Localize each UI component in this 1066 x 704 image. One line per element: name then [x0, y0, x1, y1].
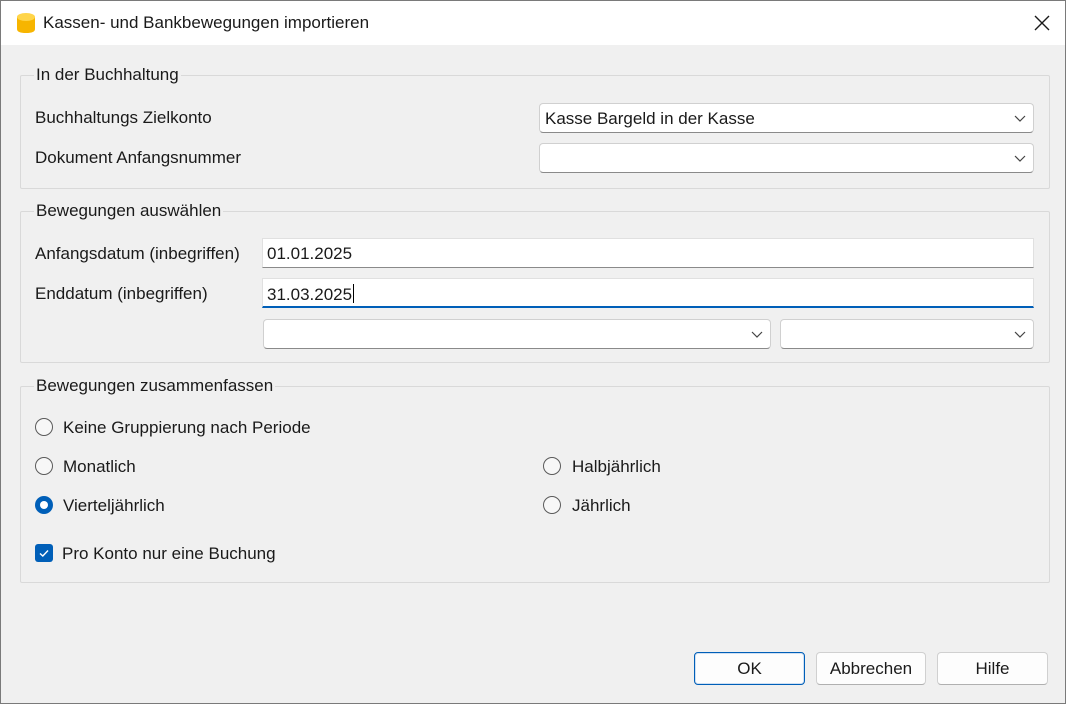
radio-monthly-label[interactable]: Monatlich	[63, 457, 136, 477]
chevron-down-icon	[751, 331, 763, 338]
checkmark-icon	[39, 550, 49, 557]
text-caret	[353, 284, 355, 303]
start-date-input[interactable]: 01.01.2025	[262, 238, 1034, 268]
period-select-2[interactable]	[780, 319, 1034, 349]
accounting-group-title: In der Buchhaltung	[34, 65, 181, 85]
database-icon	[17, 13, 35, 33]
summarize-group-title: Bewegungen zusammenfassen	[34, 376, 276, 396]
import-dialog: Kassen- und Bankbewegungen importieren I…	[0, 0, 1066, 704]
doc-start-label: Dokument Anfangsnummer	[35, 148, 241, 167]
target-account-select[interactable]: Kasse Bargeld in der Kasse	[539, 103, 1034, 133]
target-account-value: Kasse Bargeld in der Kasse	[545, 109, 755, 128]
title-bar: Kassen- und Bankbewegungen importieren	[1, 1, 1065, 45]
radio-yearly-label[interactable]: Jährlich	[572, 496, 631, 516]
chevron-down-icon	[1014, 331, 1026, 338]
select-group-title: Bewegungen auswählen	[34, 201, 224, 221]
end-date-value: 31.03.2025	[267, 285, 353, 304]
radio-halfyear-label[interactable]: Halbjährlich	[572, 457, 661, 477]
start-date-label: Anfangsdatum (inbegriffen)	[35, 244, 240, 263]
help-button[interactable]: Hilfe	[937, 652, 1048, 685]
doc-start-select[interactable]	[539, 143, 1034, 173]
radio-yearly[interactable]	[543, 496, 561, 514]
one-entry-checkbox[interactable]	[35, 544, 53, 562]
radio-no-grouping[interactable]	[35, 418, 53, 436]
cancel-button[interactable]: Abbrechen	[816, 652, 926, 685]
radio-halfyear[interactable]	[543, 457, 561, 475]
radio-quarterly-label[interactable]: Vierteljährlich	[63, 496, 165, 516]
chevron-down-icon	[1014, 115, 1026, 122]
target-account-label: Buchhaltungs Zielkonto	[35, 108, 212, 127]
close-button[interactable]	[1019, 1, 1065, 45]
radio-monthly[interactable]	[35, 457, 53, 475]
radio-quarterly[interactable]	[35, 496, 53, 514]
end-date-input[interactable]: 31.03.2025	[262, 278, 1034, 308]
end-date-label: Enddatum (inbegriffen)	[35, 284, 208, 303]
close-icon	[1034, 15, 1050, 31]
one-entry-label[interactable]: Pro Konto nur eine Buchung	[62, 544, 276, 564]
radio-no-grouping-label[interactable]: Keine Gruppierung nach Periode	[63, 418, 311, 438]
window-title: Kassen- und Bankbewegungen importieren	[43, 13, 370, 32]
start-date-value: 01.01.2025	[267, 244, 353, 263]
ok-button[interactable]: OK	[694, 652, 805, 685]
period-select-1[interactable]	[263, 319, 771, 349]
chevron-down-icon	[1014, 155, 1026, 162]
